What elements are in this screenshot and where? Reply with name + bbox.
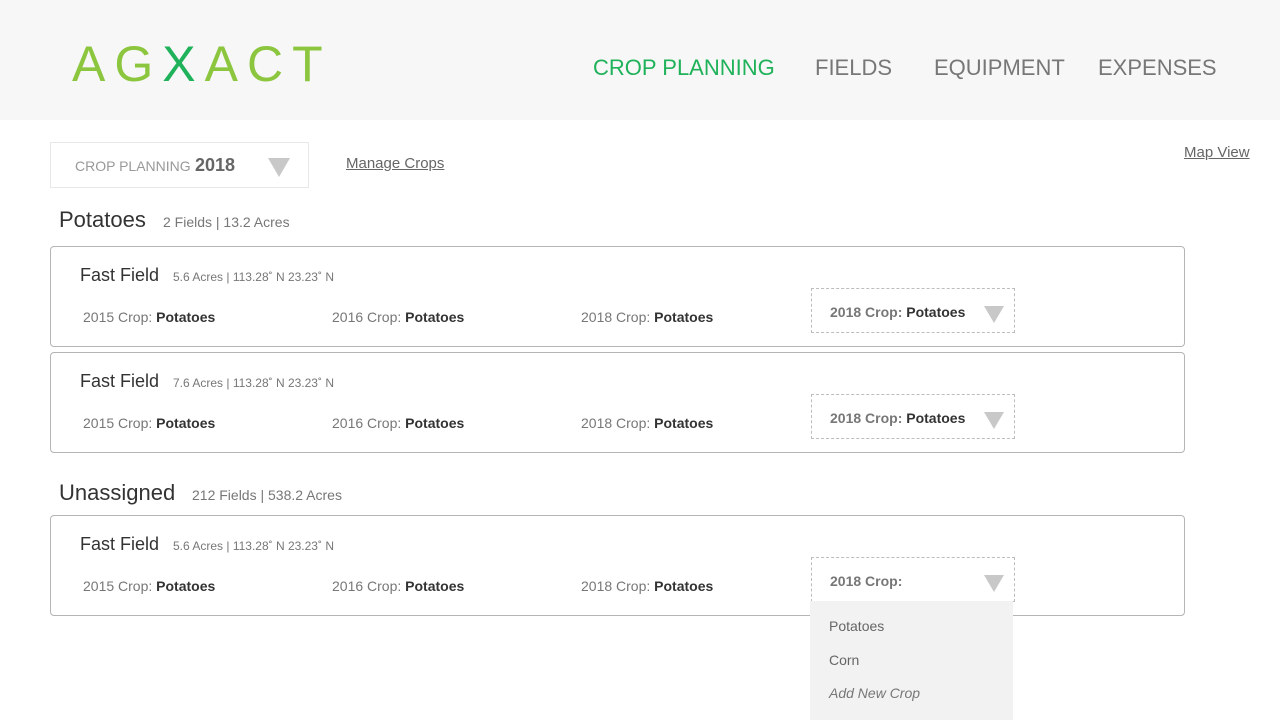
crop-dropdown-menu: Potatoes Corn Add New Crop [810, 601, 1013, 720]
logo-text-x: X [162, 36, 205, 92]
dropdown-arrow-icon [984, 306, 1004, 323]
crop-history-2018: 2018 Crop: Potatoes [581, 415, 714, 431]
group-title: Unassigned [59, 480, 176, 505]
dropdown-arrow-icon [268, 158, 290, 177]
field-name: Fast Field [80, 265, 160, 285]
field-card: Fast Field 5.6 Acres | 113.28˚ N 23.23˚ … [50, 515, 1185, 616]
nav-crop-planning[interactable]: CROP PLANNING [593, 54, 775, 82]
group-meta: 2 Fields | 13.2 Acres [163, 214, 290, 230]
crop-history-2015: 2015 Crop: Potatoes [83, 578, 216, 594]
add-new-crop-option[interactable]: Add New Crop [829, 685, 920, 701]
crop-2018-select[interactable]: 2018 Crop: Potatoes [811, 394, 1015, 439]
nav-expenses[interactable]: EXPENSES [1098, 54, 1217, 82]
field-meta: 5.6 Acres | 113.28˚ N 23.23˚ N [173, 270, 334, 284]
manage-crops-link[interactable]: Manage Crops [346, 155, 444, 172]
group-meta: 212 Fields | 538.2 Acres [192, 487, 342, 503]
field-meta: 7.6 Acres | 113.28˚ N 23.23˚ N [173, 376, 334, 390]
crop-history-2016: 2016 Crop: Potatoes [332, 309, 465, 325]
crop-option-potatoes[interactable]: Potatoes [829, 618, 884, 634]
field-card: Fast Field 5.6 Acres | 113.28˚ N 23.23˚ … [50, 246, 1185, 347]
crop-history-2015: 2015 Crop: Potatoes [83, 415, 216, 431]
top-header: AGXACT CROP PLANNING FIELDS EQUIPMENT EX… [0, 0, 1280, 120]
logo-text-act: ACT [204, 36, 332, 92]
map-view-link[interactable]: Map View [1184, 144, 1250, 161]
year-select-label: CROP PLANNING [75, 158, 191, 174]
field-card: Fast Field 7.6 Acres | 113.28˚ N 23.23˚ … [50, 352, 1185, 453]
crop-history-2016: 2016 Crop: Potatoes [332, 578, 465, 594]
crop-history-2018: 2018 Crop: Potatoes [581, 578, 714, 594]
dropdown-arrow-icon [984, 412, 1004, 429]
field-name: Fast Field [80, 534, 160, 554]
crop-history-2018: 2018 Crop: Potatoes [581, 309, 714, 325]
nav-equipment[interactable]: EQUIPMENT [934, 54, 1065, 82]
field-meta: 5.6 Acres | 113.28˚ N 23.23˚ N [173, 539, 334, 553]
crop-select-text: 2018 Crop: [830, 573, 903, 589]
crop-select-text: 2018 Crop: Potatoes [830, 304, 966, 320]
dropdown-arrow-icon [984, 575, 1004, 592]
crop-select-text: 2018 Crop: Potatoes [830, 410, 966, 426]
year-select-value: 2018 [195, 155, 236, 175]
crop-history-2015: 2015 Crop: Potatoes [83, 309, 216, 325]
crop-planning-year-select[interactable]: CROP PLANNING 2018 [50, 142, 309, 188]
agxact-logo[interactable]: AGXACT [72, 36, 332, 92]
crop-2018-select[interactable]: 2018 Crop: [811, 557, 1015, 602]
crop-history-2016: 2016 Crop: Potatoes [332, 415, 465, 431]
nav-fields[interactable]: FIELDS [815, 54, 892, 82]
logo-text-ag: AG [72, 36, 163, 92]
field-name: Fast Field [80, 371, 160, 391]
crop-option-corn[interactable]: Corn [829, 652, 859, 668]
crop-2018-select[interactable]: 2018 Crop: Potatoes [811, 288, 1015, 333]
group-title: Potatoes [59, 207, 146, 232]
